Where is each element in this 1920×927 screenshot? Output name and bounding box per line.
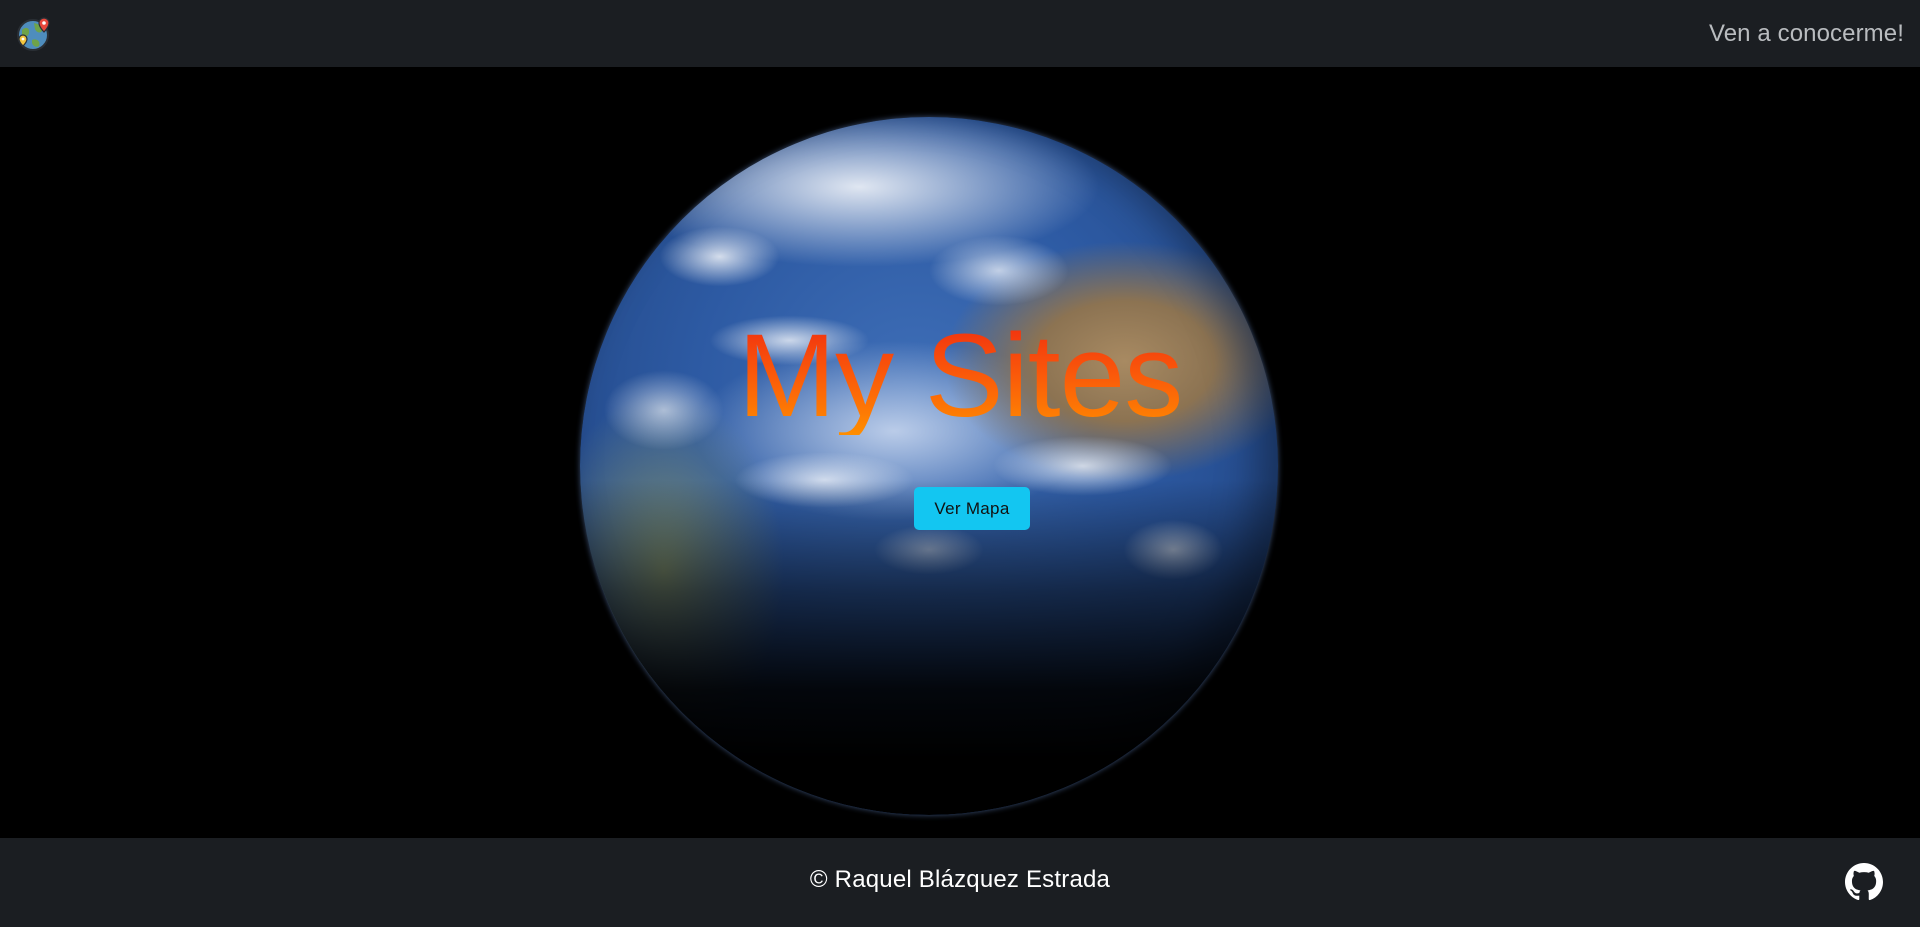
hero-section: My Sites Ver Mapa — [0, 67, 1920, 838]
view-map-button[interactable]: Ver Mapa — [914, 487, 1030, 530]
page-footer: © Raquel Blázquez Estrada — [0, 838, 1920, 927]
github-link[interactable] — [1845, 863, 1883, 901]
copyright-text: © Raquel Blázquez Estrada — [809, 866, 1111, 893]
top-navbar: Ven a conocerme! — [0, 0, 1920, 67]
about-me-link[interactable]: Ven a conocerme! — [1709, 20, 1904, 48]
page-title: My Sites — [0, 317, 1920, 435]
earth-shadow — [580, 117, 1278, 815]
brand-logo-link[interactable] — [14, 14, 54, 54]
globe-map-pin-icon — [17, 16, 50, 51]
earth-globe-image — [580, 117, 1278, 815]
github-icon — [1845, 863, 1883, 901]
